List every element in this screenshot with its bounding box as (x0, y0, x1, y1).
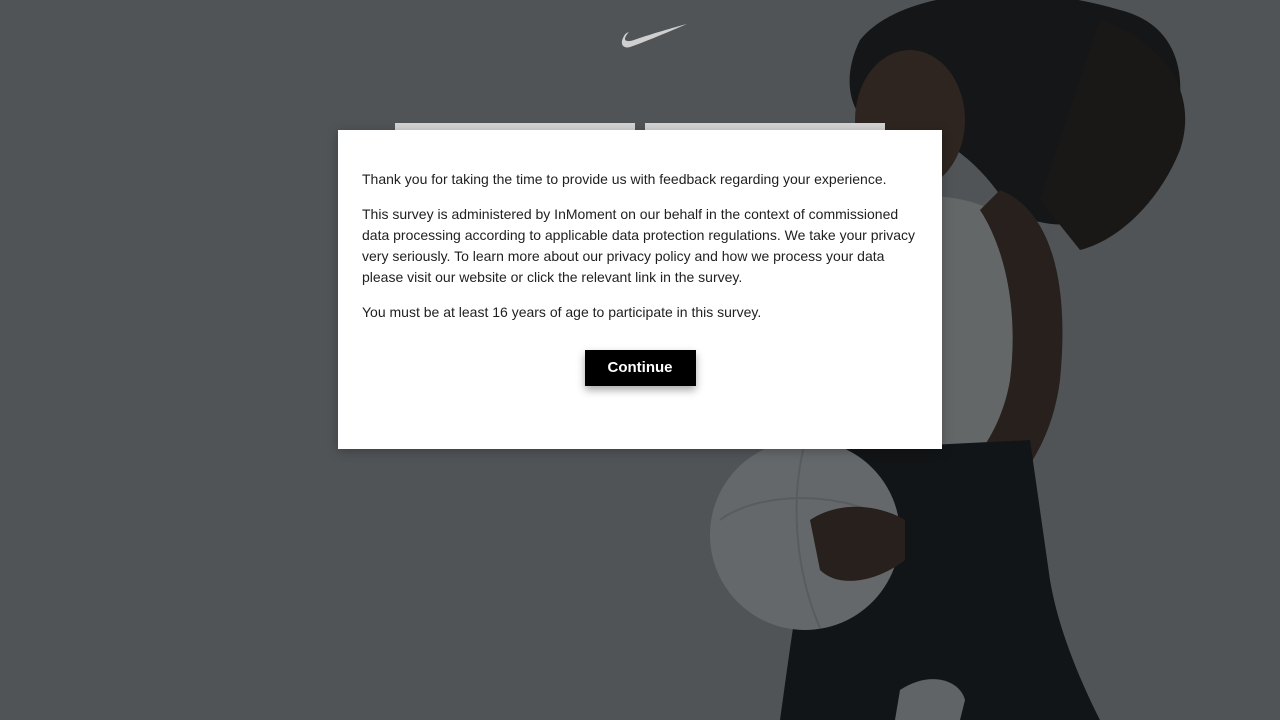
age-requirement-paragraph: You must be at least 16 years of age to … (362, 304, 762, 320)
button-container: Continue (362, 350, 918, 386)
privacy-paragraph: This survey is administered by InMoment … (362, 206, 916, 285)
nike-swoosh-icon (621, 24, 687, 48)
continue-button[interactable]: Continue (584, 350, 696, 386)
survey-page: Thank you for taking the time to provide… (0, 0, 1280, 720)
intro-paragraph: Thank you for taking the time to provide… (362, 171, 887, 187)
consent-modal: Thank you for taking the time to provide… (338, 130, 942, 449)
